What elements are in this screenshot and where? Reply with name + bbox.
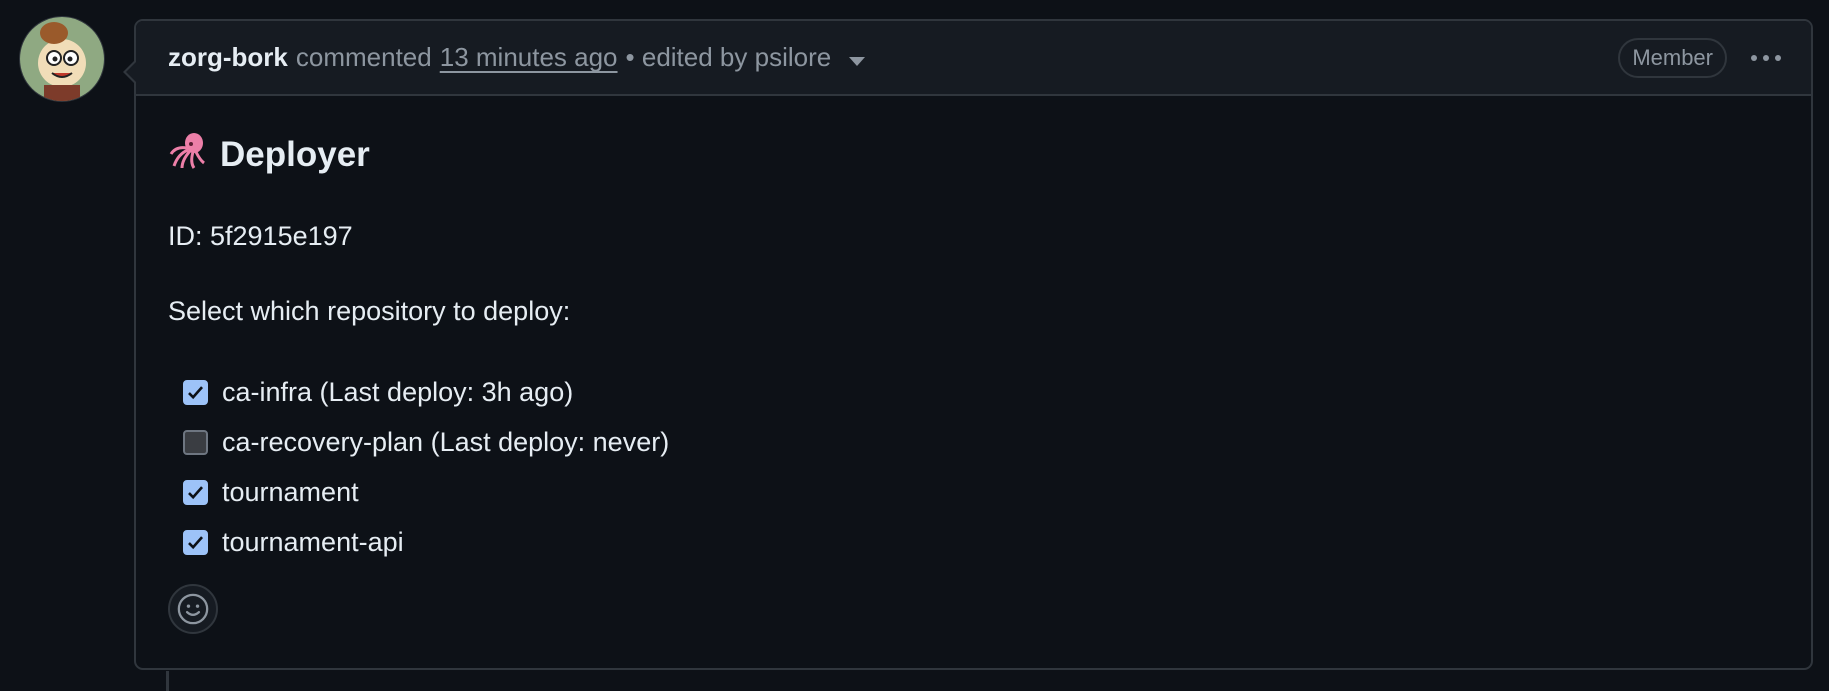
comment-heading: Deployer — [168, 130, 1779, 179]
header-actions: Member — [1618, 38, 1781, 78]
comment-header: zorg-bork commented 13 minutes ago • edi… — [136, 21, 1811, 96]
comment-body: Deployer ID: 5f2915e197 Select which rep… — [136, 96, 1811, 597]
comment-action: commented — [295, 42, 432, 72]
repo-task-list: ca-infra (Last deploy: 3h ago) ca-recove… — [168, 367, 1779, 567]
chevron-down-icon[interactable] — [849, 57, 866, 66]
member-badge: Member — [1618, 38, 1727, 78]
task-label: tournament — [222, 476, 359, 507]
task-checkbox[interactable] — [183, 479, 208, 505]
squid-icon — [168, 130, 208, 179]
smiley-icon — [177, 593, 209, 625]
kebab-menu-icon[interactable] — [1751, 43, 1781, 73]
checkmark-icon — [188, 535, 204, 549]
task-checkbox[interactable] — [183, 429, 208, 455]
task-item: ca-infra (Last deploy: 3h ago) — [183, 367, 1779, 417]
task-checkbox[interactable] — [183, 529, 208, 555]
avatar[interactable] — [20, 17, 104, 101]
deploy-id: ID: 5f2915e197 — [168, 221, 353, 251]
task-label: ca-infra (Last deploy: 3h ago) — [222, 376, 574, 407]
task-item: tournament-api — [183, 517, 1779, 567]
task-item: tournament — [183, 467, 1779, 517]
checkmark-icon — [188, 485, 204, 499]
task-item: ca-recovery-plan (Last deploy: never) — [183, 417, 1779, 467]
heading-text: Deployer — [220, 134, 370, 174]
checkmark-icon — [188, 385, 204, 399]
task-checkbox[interactable] — [183, 379, 208, 405]
task-label: tournament-api — [222, 526, 404, 557]
author-link[interactable]: zorg-bork — [168, 42, 288, 73]
task-label: ca-recovery-plan (Last deploy: never) — [222, 426, 670, 457]
deploy-prompt: Select which repository to deploy: — [168, 296, 571, 326]
edited-by-text[interactable]: • edited by psilore — [626, 42, 832, 73]
comment-box: zorg-bork commented 13 minutes ago • edi… — [123, 19, 1813, 670]
timestamp-link[interactable]: 13 minutes ago — [440, 42, 618, 73]
timeline-line — [166, 671, 169, 691]
add-reaction-button[interactable] — [168, 584, 218, 634]
